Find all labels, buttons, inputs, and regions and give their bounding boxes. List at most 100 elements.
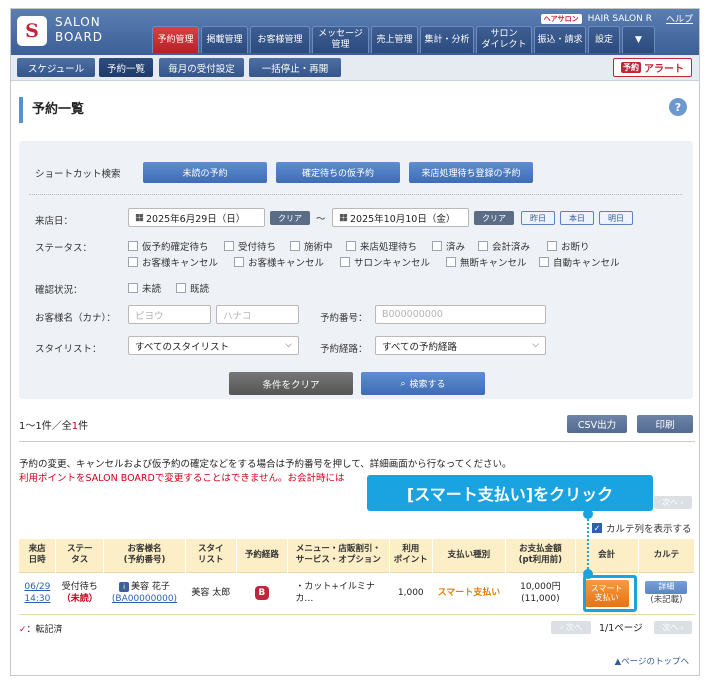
col-route[interactable]: 予約経路	[236, 539, 288, 572]
clear-conditions-button[interactable]: 条件をクリア	[229, 372, 353, 395]
logo-text: SALON BOARD	[55, 15, 103, 45]
nav-billing[interactable]: 振込・請求	[534, 26, 586, 53]
nav-customer[interactable]: お客様管理	[250, 26, 310, 53]
search-button[interactable]: ⌕ 検索する	[361, 372, 485, 395]
chevron-down-icon: ▼	[635, 34, 642, 45]
shortcut-visit-pending-button[interactable]: 来店処理待ち登録の予約	[409, 162, 533, 183]
page-top-link[interactable]: ▲ページのトップへ	[615, 655, 689, 667]
confirm-checkbox-read[interactable]: 既読	[176, 281, 209, 295]
status-checkbox-customer-cancel-2[interactable]: お客様キャンセル	[234, 255, 324, 269]
nav-reservation[interactable]: 予約管理	[152, 26, 199, 53]
alert-button[interactable]: 予約 アラート	[613, 58, 692, 77]
subtab-bulk-stop[interactable]: 一括停止・再開	[249, 58, 341, 77]
karte-detail-button[interactable]: 詳細	[645, 580, 688, 594]
salon-name: HAIR SALON R	[587, 13, 652, 24]
yesterday-button[interactable]: 昨日	[521, 211, 555, 225]
notice-warning: 利用ポイントをSALON BOARDで変更することはできません。お会計時には	[19, 473, 345, 484]
status-checkbox-declined[interactable]: お断り	[547, 239, 590, 253]
date-to-field[interactable]: ▦ 2025年10月10日（金）	[332, 208, 469, 227]
help-icon[interactable]: ?	[669, 98, 687, 116]
smart-payment-highlight	[583, 575, 637, 612]
notice-text: 予約の変更、キャンセルおよび仮予約の確定などをする場合は予約番号を押して、詳細画…	[19, 459, 512, 470]
print-button[interactable]: 印刷	[637, 415, 693, 433]
karte-toggle-checkbox[interactable]: ✓ カルテ列を表示する	[592, 521, 692, 535]
chevron-down-icon: ⌵	[285, 340, 292, 350]
status-checkbox-customer-cancel[interactable]: お客様キャンセル	[128, 255, 218, 269]
customer-first-name-input[interactable]: ハナコ	[216, 305, 299, 324]
subtab-monthly-settings[interactable]: 毎月の受付設定	[159, 58, 244, 77]
reservation-number-label: 予約番号：	[320, 313, 368, 324]
customer-info-icon: i	[119, 582, 130, 592]
status-checkbox-done[interactable]: 済み	[432, 239, 465, 253]
nav-analytics[interactable]: 集計・分析	[420, 26, 474, 53]
customer-name-label: お客様名（カナ）：	[35, 313, 116, 324]
help-link[interactable]: ヘルプ	[666, 12, 693, 25]
date-separator: 〜	[316, 214, 326, 225]
calendar-icon: ▦	[135, 212, 144, 223]
next-page-button[interactable]: 次へ ›	[654, 621, 692, 634]
reservation-number-input[interactable]: B000000000	[375, 305, 546, 324]
customer-last-name-input[interactable]: ピヨウ	[128, 305, 211, 324]
status-checkbox-salon-cancel[interactable]: サロンキャンセル	[340, 255, 430, 269]
logo-icon[interactable]: S	[17, 16, 47, 46]
nav-more[interactable]: ▼	[622, 26, 655, 53]
route-select[interactable]: すべての予約経路 ⌵	[375, 336, 546, 355]
status-checkbox-no-show[interactable]: 無断キャンセル	[446, 255, 527, 269]
nav-salon-direct[interactable]: サロン ダイレクト	[476, 26, 532, 53]
confirm-checkbox-unread[interactable]: 未読	[128, 281, 161, 295]
shortcut-pending-button[interactable]: 確定待ちの仮予約	[276, 162, 400, 183]
status-checkbox-in-service[interactable]: 施術中	[290, 239, 333, 253]
col-points: 利用 ポイント	[389, 539, 433, 572]
hotpepper-beauty-icon: B	[254, 586, 269, 600]
status-checkbox-auto-cancel[interactable]: 自動キャンセル	[539, 255, 620, 269]
col-visit-date[interactable]: 来店 日時	[19, 539, 57, 572]
prev-page-button[interactable]: ‹ 次へ	[551, 621, 591, 634]
transcribed-legend: ✓：転記済	[19, 625, 63, 635]
nav-settings[interactable]: 設定	[588, 26, 620, 53]
header-right: ヘアサロン HAIR SALON R ヘルプ	[540, 12, 693, 25]
subtab-schedule[interactable]: スケジュール	[17, 58, 95, 77]
today-button[interactable]: 本日	[560, 211, 594, 225]
header: S SALON BOARD ヘアサロン HAIR SALON R ヘルプ 予約管…	[11, 9, 699, 55]
shortcut-label: ショートカット検索	[35, 169, 121, 180]
logo-line-2: BOARD	[55, 30, 104, 44]
subtab-reservation-list[interactable]: 予約一覧	[99, 58, 153, 77]
divider	[29, 194, 683, 195]
status-label: ステータス：	[35, 243, 93, 254]
cell-amount: 10,000円 (11,000)	[505, 571, 576, 615]
date-from-field[interactable]: ▦ 2025年6月29日（日）	[128, 208, 265, 227]
col-customer[interactable]: お客様名 (予約番号)	[103, 539, 186, 572]
stylist-select[interactable]: すべてのスタイリスト ⌵	[128, 336, 299, 355]
date-from-clear-button[interactable]: クリア	[270, 211, 310, 225]
page-indicator: 1/1ページ	[599, 623, 643, 634]
col-menu: メニュー・店販割引・ サービス・オプション	[287, 539, 390, 572]
tomorrow-button[interactable]: 明日	[599, 211, 633, 225]
main-nav: 予約管理 掲載管理 お客様管理 メッセージ 管理 売上管理 集計・分析 サロン …	[152, 26, 655, 53]
col-status[interactable]: ステー タス	[55, 539, 105, 572]
shortcut-unread-button[interactable]: 未読の予約	[143, 162, 267, 183]
cell-visit-date[interactable]: 06/29 14:30	[19, 571, 56, 615]
cell-customer[interactable]: i 美容 花子 (BA00000000)	[103, 571, 186, 615]
stylist-label: スタイリスト：	[35, 344, 102, 355]
csv-export-button[interactable]: CSV出力	[567, 415, 627, 433]
calendar-icon: ▦	[339, 212, 348, 223]
cell-payment-type: スマート支払い	[432, 571, 506, 615]
date-to-clear-button[interactable]: クリア	[474, 211, 514, 225]
nav-listing[interactable]: 掲載管理	[201, 26, 248, 53]
chevron-down-icon: ⌵	[532, 340, 539, 350]
status-checkbox-pending-confirm[interactable]: 仮予約確定待ち	[128, 239, 209, 253]
divider	[19, 441, 695, 442]
col-stylist[interactable]: スタイ リスト	[185, 539, 237, 572]
search-icon: ⌕	[400, 378, 406, 389]
nav-message[interactable]: メッセージ 管理	[312, 26, 369, 53]
callout-connector-line	[587, 515, 589, 573]
sub-nav: スケジュール 予約一覧 毎月の受付設定 一括停止・再開 予約 アラート	[11, 55, 699, 81]
cell-karte: 詳細 (未記載)	[638, 571, 695, 615]
col-payment-type: 支払い種別	[432, 539, 507, 572]
status-checkbox-paid[interactable]: 会計済み	[478, 239, 530, 253]
status-checkbox-waiting[interactable]: 受付待ち	[224, 239, 276, 253]
visit-date-label: 来店日：	[35, 216, 74, 227]
nav-sales[interactable]: 売上管理	[371, 26, 418, 53]
next-page-top-button[interactable]: 次へ ›	[654, 496, 692, 509]
status-checkbox-visit-pending[interactable]: 来店処理待ち	[346, 239, 417, 253]
